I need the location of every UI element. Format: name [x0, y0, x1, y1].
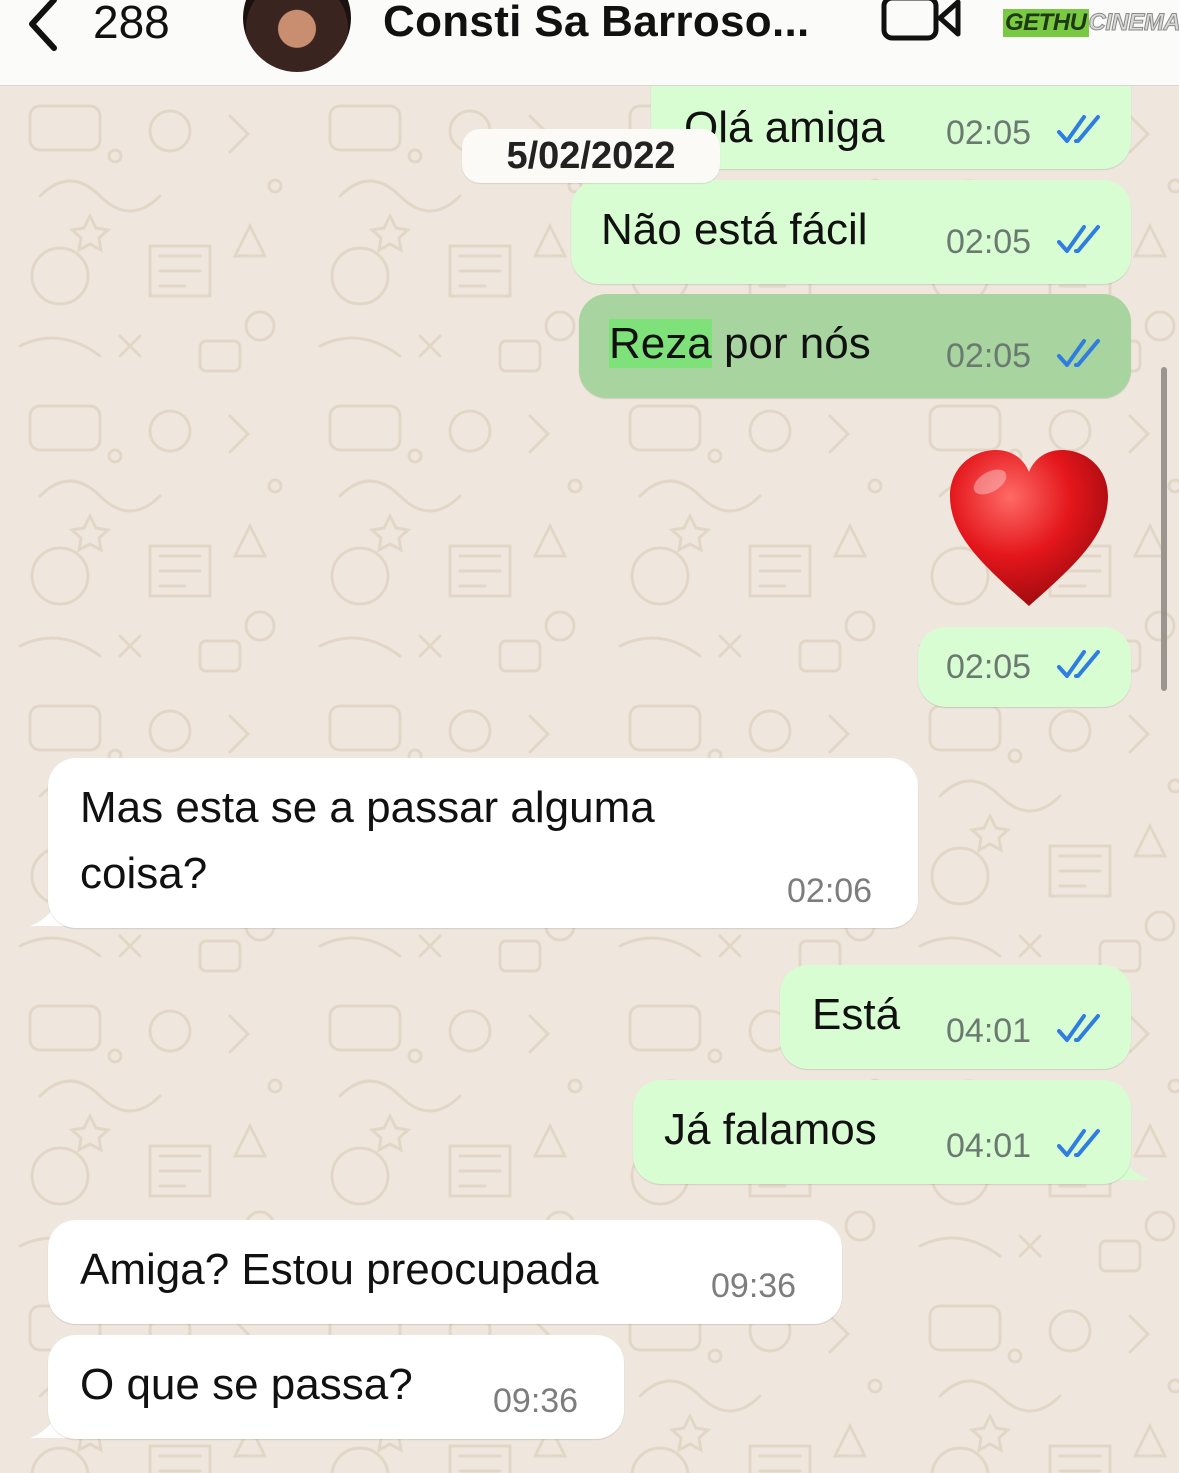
message-time: 02:05: [946, 648, 1032, 686]
message-incoming[interactable]: O que se passa? 09:36: [48, 1335, 624, 1439]
message-time: 04:01: [946, 1127, 1032, 1165]
message-text: Está: [812, 990, 901, 1039]
contact-name[interactable]: Consti Sa Barroso...: [383, 0, 810, 52]
watermark-text-b: CINEMA: [1088, 9, 1179, 37]
double-check-read-icon: [1057, 115, 1100, 143]
scrollbar[interactable]: [1161, 367, 1167, 691]
message-time: 09:36: [711, 1267, 797, 1305]
double-check-read-icon: [1057, 1014, 1100, 1042]
message-text: O que se passa?: [80, 1360, 413, 1409]
message-time: 02:05: [946, 223, 1032, 261]
message-outgoing-selected[interactable]: Reza por nós 02:05: [579, 294, 1131, 398]
message-text: Amiga? Estou preocupada: [80, 1245, 599, 1294]
message-outgoing[interactable]: Está 04:01: [780, 965, 1131, 1069]
message-text-line: coisa?: [80, 849, 208, 898]
chat-area[interactable]: Olá amiga 02:05 5/02/2022 Não está fácil…: [0, 86, 1179, 1473]
message-text: Reza por nós: [609, 312, 871, 376]
watermark-text-a: GETHU: [1003, 9, 1089, 37]
video-camera-icon: [881, 0, 961, 41]
heart-emoji-icon[interactable]: [944, 444, 1114, 614]
message-text: Não está fácil: [601, 205, 868, 254]
video-call-button[interactable]: [880, 0, 964, 49]
date-separator: 5/02/2022: [462, 129, 720, 183]
search-highlight: Reza: [609, 319, 712, 368]
double-check-read-icon: [1057, 1129, 1100, 1157]
message-outgoing[interactable]: Olá amiga 02:05: [651, 86, 1131, 169]
chat-header: 288 Consti Sa Barroso... GETHU CINEMA: [0, 0, 1179, 86]
message-time: 04:01: [946, 1012, 1032, 1050]
double-check-read-icon: [1057, 339, 1100, 367]
message-outgoing[interactable]: Já falamos 04:01: [633, 1080, 1131, 1184]
double-check-read-icon: [1057, 225, 1100, 253]
chevron-left-icon: [29, 0, 57, 51]
message-text-rest: por nós: [711, 319, 871, 368]
message-outgoing-timestamp[interactable]: 02:05: [918, 627, 1131, 707]
message-time: 02:05: [946, 114, 1032, 152]
message-text-line: Mas esta se a passar alguma: [80, 783, 655, 832]
message-outgoing[interactable]: Não está fácil 02:05: [571, 180, 1131, 284]
message-time: 09:36: [493, 1382, 579, 1420]
message-incoming[interactable]: Amiga? Estou preocupada 09:36: [48, 1220, 842, 1324]
message-time: 02:05: [946, 337, 1032, 375]
unread-count[interactable]: 288: [93, 0, 170, 52]
avatar[interactable]: [243, 0, 351, 72]
message-time: 02:06: [787, 872, 873, 910]
watermark-logo: GETHU CINEMA: [1003, 8, 1179, 38]
double-check-read-icon: [1057, 650, 1100, 678]
message-incoming[interactable]: Mas esta se a passar alguma coisa? 02:06: [48, 758, 918, 928]
back-button[interactable]: [20, 0, 64, 54]
message-text: Já falamos: [664, 1105, 877, 1154]
